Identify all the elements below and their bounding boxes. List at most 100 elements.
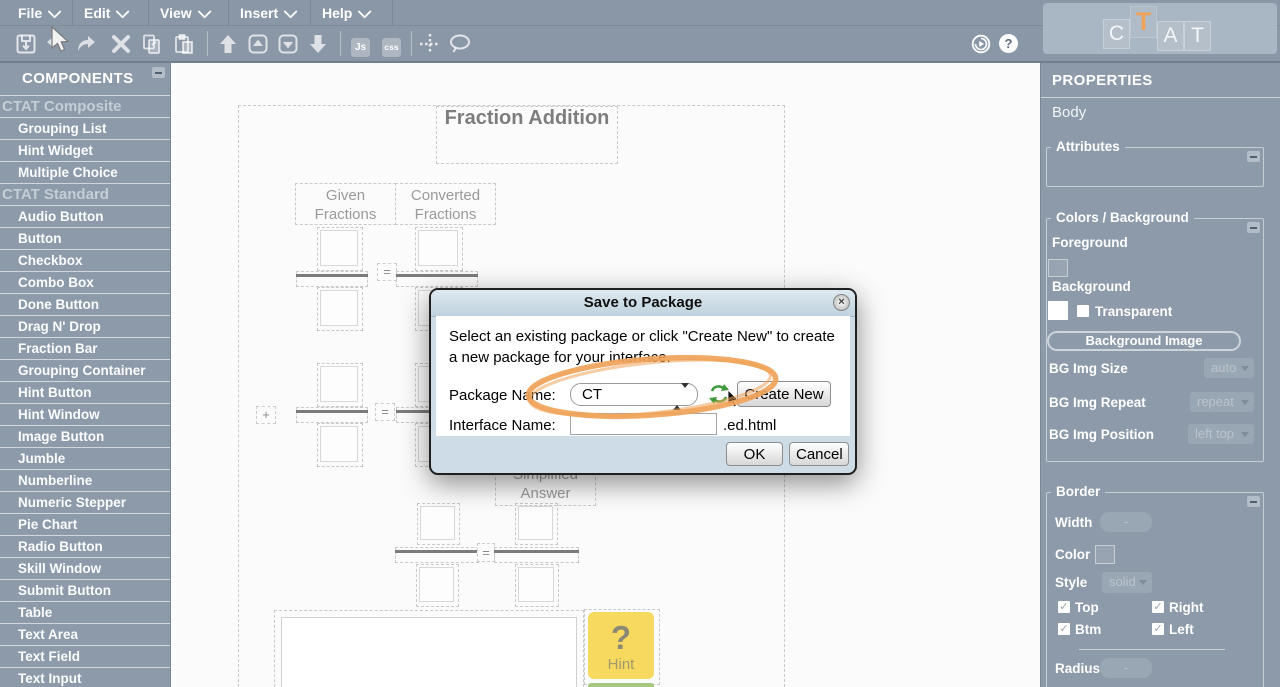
component-item[interactable]: Text Area xyxy=(0,623,170,645)
border-left-checkbox[interactable]: ✓ xyxy=(1152,623,1164,635)
delete-icon[interactable] xyxy=(110,33,132,55)
component-item[interactable]: Table xyxy=(0,601,170,623)
css-badge[interactable]: css xyxy=(382,38,401,57)
create-new-button[interactable]: Create New xyxy=(737,381,831,407)
component-item[interactable]: Fraction Bar xyxy=(0,337,170,359)
bring-forward-icon[interactable] xyxy=(247,33,269,55)
given-fractions-label[interactable]: Given Fractions xyxy=(295,183,396,225)
component-item[interactable]: Drag N' Drop xyxy=(0,315,170,337)
converted-fractions-label[interactable]: Converted Fractions xyxy=(395,183,496,225)
numerator-input[interactable] xyxy=(518,506,553,540)
numerator-box[interactable] xyxy=(417,503,460,545)
transparent-checkbox[interactable] xyxy=(1077,305,1089,317)
collapse-panel-button[interactable] xyxy=(152,67,165,78)
component-item[interactable]: Grouping Container xyxy=(0,359,170,381)
denominator-box[interactable] xyxy=(317,287,363,331)
bg-img-size-dropdown[interactable]: auto xyxy=(1204,358,1254,378)
help-icon[interactable]: ? xyxy=(999,34,1021,56)
border-style-dropdown[interactable]: solid xyxy=(1102,572,1152,593)
border-right-checkbox[interactable]: ✓ xyxy=(1152,601,1164,613)
component-item[interactable]: Pie Chart xyxy=(0,513,170,535)
paste-icon[interactable] xyxy=(173,33,195,55)
interface-title-box[interactable]: Fraction Addition xyxy=(436,106,618,164)
equals-sign[interactable]: = xyxy=(377,263,397,281)
numerator-input[interactable] xyxy=(420,506,455,540)
denominator-box[interactable] xyxy=(416,564,459,607)
fraction-bar[interactable] xyxy=(296,407,368,423)
move-up-icon[interactable] xyxy=(217,33,239,55)
numerator-input[interactable] xyxy=(320,230,358,266)
border-top-checkbox[interactable]: ✓ xyxy=(1058,601,1070,613)
border-radius-input[interactable]: - xyxy=(1100,658,1152,678)
numerator-box[interactable] xyxy=(317,227,363,271)
numerator-input[interactable] xyxy=(320,366,358,402)
ok-button[interactable]: OK xyxy=(726,442,783,466)
numerator-box[interactable] xyxy=(415,227,463,271)
send-backward-icon[interactable] xyxy=(277,33,299,55)
move-down-icon[interactable] xyxy=(307,33,329,55)
component-item[interactable]: Hint Widget xyxy=(0,139,170,161)
border-width-input[interactable]: - xyxy=(1100,512,1152,532)
menu-insert[interactable]: Insert xyxy=(240,0,297,25)
denominator-box[interactable] xyxy=(317,423,363,467)
menu-view[interactable]: View xyxy=(160,0,211,25)
denominator-box[interactable] xyxy=(515,564,559,607)
component-item[interactable]: Numberline xyxy=(0,469,170,491)
component-item[interactable]: Jumble xyxy=(0,447,170,469)
close-icon[interactable]: × xyxy=(833,294,850,311)
component-item[interactable]: Hint Window xyxy=(0,403,170,425)
fraction-bar[interactable] xyxy=(396,271,478,287)
hint-window-textarea[interactable] xyxy=(281,617,577,687)
menu-edit[interactable]: Edit xyxy=(84,0,129,25)
denominator-input[interactable] xyxy=(419,567,454,602)
border-color-swatch[interactable] xyxy=(1095,545,1115,564)
denominator-input[interactable] xyxy=(518,567,554,602)
bg-img-position-dropdown[interactable]: left top xyxy=(1188,424,1254,444)
equals-sign[interactable]: = xyxy=(477,543,495,562)
denominator-input[interactable] xyxy=(320,426,358,462)
component-item[interactable]: Combo Box xyxy=(0,271,170,293)
background-color-swatch[interactable] xyxy=(1048,301,1068,320)
component-item[interactable]: Image Button xyxy=(0,425,170,447)
component-item[interactable]: Grouping List xyxy=(0,117,170,139)
component-item[interactable]: Multiple Choice xyxy=(0,161,170,183)
numerator-box[interactable] xyxy=(515,503,558,545)
snap-grid-icon[interactable] xyxy=(419,33,441,55)
copy-icon[interactable] xyxy=(141,33,163,55)
component-item[interactable]: Hint Button xyxy=(0,381,170,403)
cancel-button[interactable]: Cancel xyxy=(789,442,849,466)
bg-img-repeat-dropdown[interactable]: repeat xyxy=(1190,392,1254,412)
component-item[interactable]: Audio Button xyxy=(0,205,170,227)
component-item[interactable]: Submit Button xyxy=(0,579,170,601)
menu-file[interactable]: File xyxy=(18,0,61,25)
tutor-icon[interactable] xyxy=(971,34,993,56)
component-item[interactable]: Numeric Stepper xyxy=(0,491,170,513)
collapse-border-button[interactable] xyxy=(1247,496,1260,507)
denominator-input[interactable] xyxy=(320,290,358,326)
js-badge[interactable]: Js xyxy=(351,38,370,57)
save-icon[interactable] xyxy=(15,33,37,55)
foreground-color-swatch[interactable] xyxy=(1048,259,1068,277)
numerator-box[interactable] xyxy=(317,363,363,407)
numerator-input[interactable] xyxy=(418,230,458,266)
component-item[interactable]: Text Field xyxy=(0,645,170,667)
interface-name-input[interactable] xyxy=(570,413,717,435)
border-btm-checkbox[interactable]: ✓ xyxy=(1058,623,1070,635)
component-item[interactable]: Button xyxy=(0,227,170,249)
collapse-attributes-button[interactable] xyxy=(1247,151,1260,162)
comment-icon[interactable] xyxy=(448,33,470,55)
menu-help[interactable]: Help xyxy=(322,0,371,25)
done-button-edge[interactable] xyxy=(588,683,654,687)
plus-sign[interactable]: + xyxy=(256,406,276,424)
equals-sign[interactable]: = xyxy=(375,403,395,421)
component-item[interactable]: Radio Button xyxy=(0,535,170,557)
hint-button[interactable]: ? Hint xyxy=(588,612,654,679)
component-item[interactable]: Checkbox xyxy=(0,249,170,271)
component-item[interactable]: Skill Window xyxy=(0,557,170,579)
package-name-select[interactable]: CT xyxy=(570,383,698,406)
redo-icon[interactable] xyxy=(74,33,96,55)
background-image-button[interactable]: Background Image xyxy=(1047,331,1241,351)
hint-window-box[interactable] xyxy=(274,610,584,687)
fraction-bar[interactable] xyxy=(494,547,579,563)
component-item[interactable]: Done Button xyxy=(0,293,170,315)
